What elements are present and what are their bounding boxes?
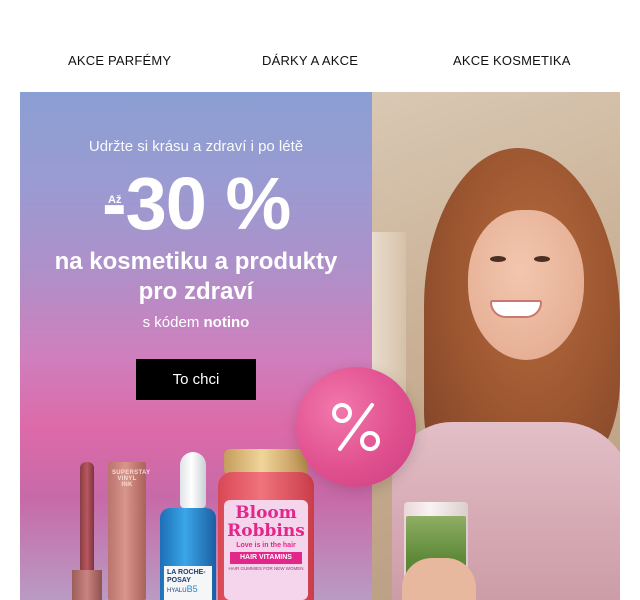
serum-label: LA ROCHE-POSAY HYALUB5: [164, 566, 212, 600]
gummy-jar: Bloom Robbins Love is in the hair HAIR V…: [218, 472, 314, 600]
lipstick-brand: SUPERSTAY VINYL INK: [112, 470, 151, 488]
nav-akce-parfemy[interactable]: AKCE PARFÉMY: [68, 53, 171, 68]
promo-text-panel: Udržte si krásu a zdraví i po létě Až -3…: [20, 92, 372, 600]
lipstick-box: SUPERSTAY VINYL INK: [108, 462, 151, 600]
model-photo: [372, 92, 620, 600]
model-smile: [490, 300, 542, 318]
promo-banner[interactable]: Udržte si krásu a zdraví i po létě Až -3…: [20, 92, 620, 600]
cta-button[interactable]: To chci: [136, 359, 256, 400]
model-eye-left: [490, 256, 506, 262]
percent-icon: [332, 403, 380, 451]
nav-akce-kosmetika[interactable]: AKCE KOSMETIKA: [453, 53, 571, 68]
promo-code-line: s kódem notino: [20, 314, 372, 331]
model-face: [468, 210, 584, 360]
gummy-small-text: HAIR GUMMIES FOR NEW WOMEN: [228, 566, 304, 571]
gummy-tagline: Love is in the hair: [236, 542, 296, 549]
promo-headline-line2: pro zdraví: [138, 278, 254, 305]
nav-darky-a-akce[interactable]: DÁRKY A AKCE: [262, 53, 358, 68]
lipstick-base: [72, 570, 102, 600]
model-eye-right: [534, 256, 550, 262]
promo-headline-line1: na kosmetiku a produkty: [54, 248, 338, 275]
gummy-product: HAIR VITAMINS: [230, 552, 302, 564]
top-navigation: AKCE PARFÉMY DÁRKY A AKCE AKCE KOSMETIKA: [0, 0, 640, 92]
lipstick-applicator: [80, 462, 94, 572]
discount-badge: [296, 367, 416, 487]
gummy-label: Bloom Robbins Love is in the hair HAIR V…: [224, 500, 308, 600]
serum-brand: LA ROCHE-POSAY: [167, 569, 206, 584]
promo-subtitle: Udržte si krásu a zdraví i po létě: [88, 138, 304, 155]
promo-code-prefix: s kódem: [142, 314, 200, 331]
serum-suffix: B5: [186, 584, 198, 594]
promo-code: notino: [203, 314, 250, 331]
discount-value: -30 %: [102, 162, 291, 245]
model-hand: [402, 558, 476, 600]
gummy-brand: Bloom Robbins: [227, 503, 305, 541]
discount-block: Až -30 %: [20, 164, 372, 244]
serum-pipette: [180, 452, 206, 508]
serum-name: HYALU: [167, 588, 187, 594]
serum-bottle: LA ROCHE-POSAY HYALUB5: [160, 508, 216, 600]
